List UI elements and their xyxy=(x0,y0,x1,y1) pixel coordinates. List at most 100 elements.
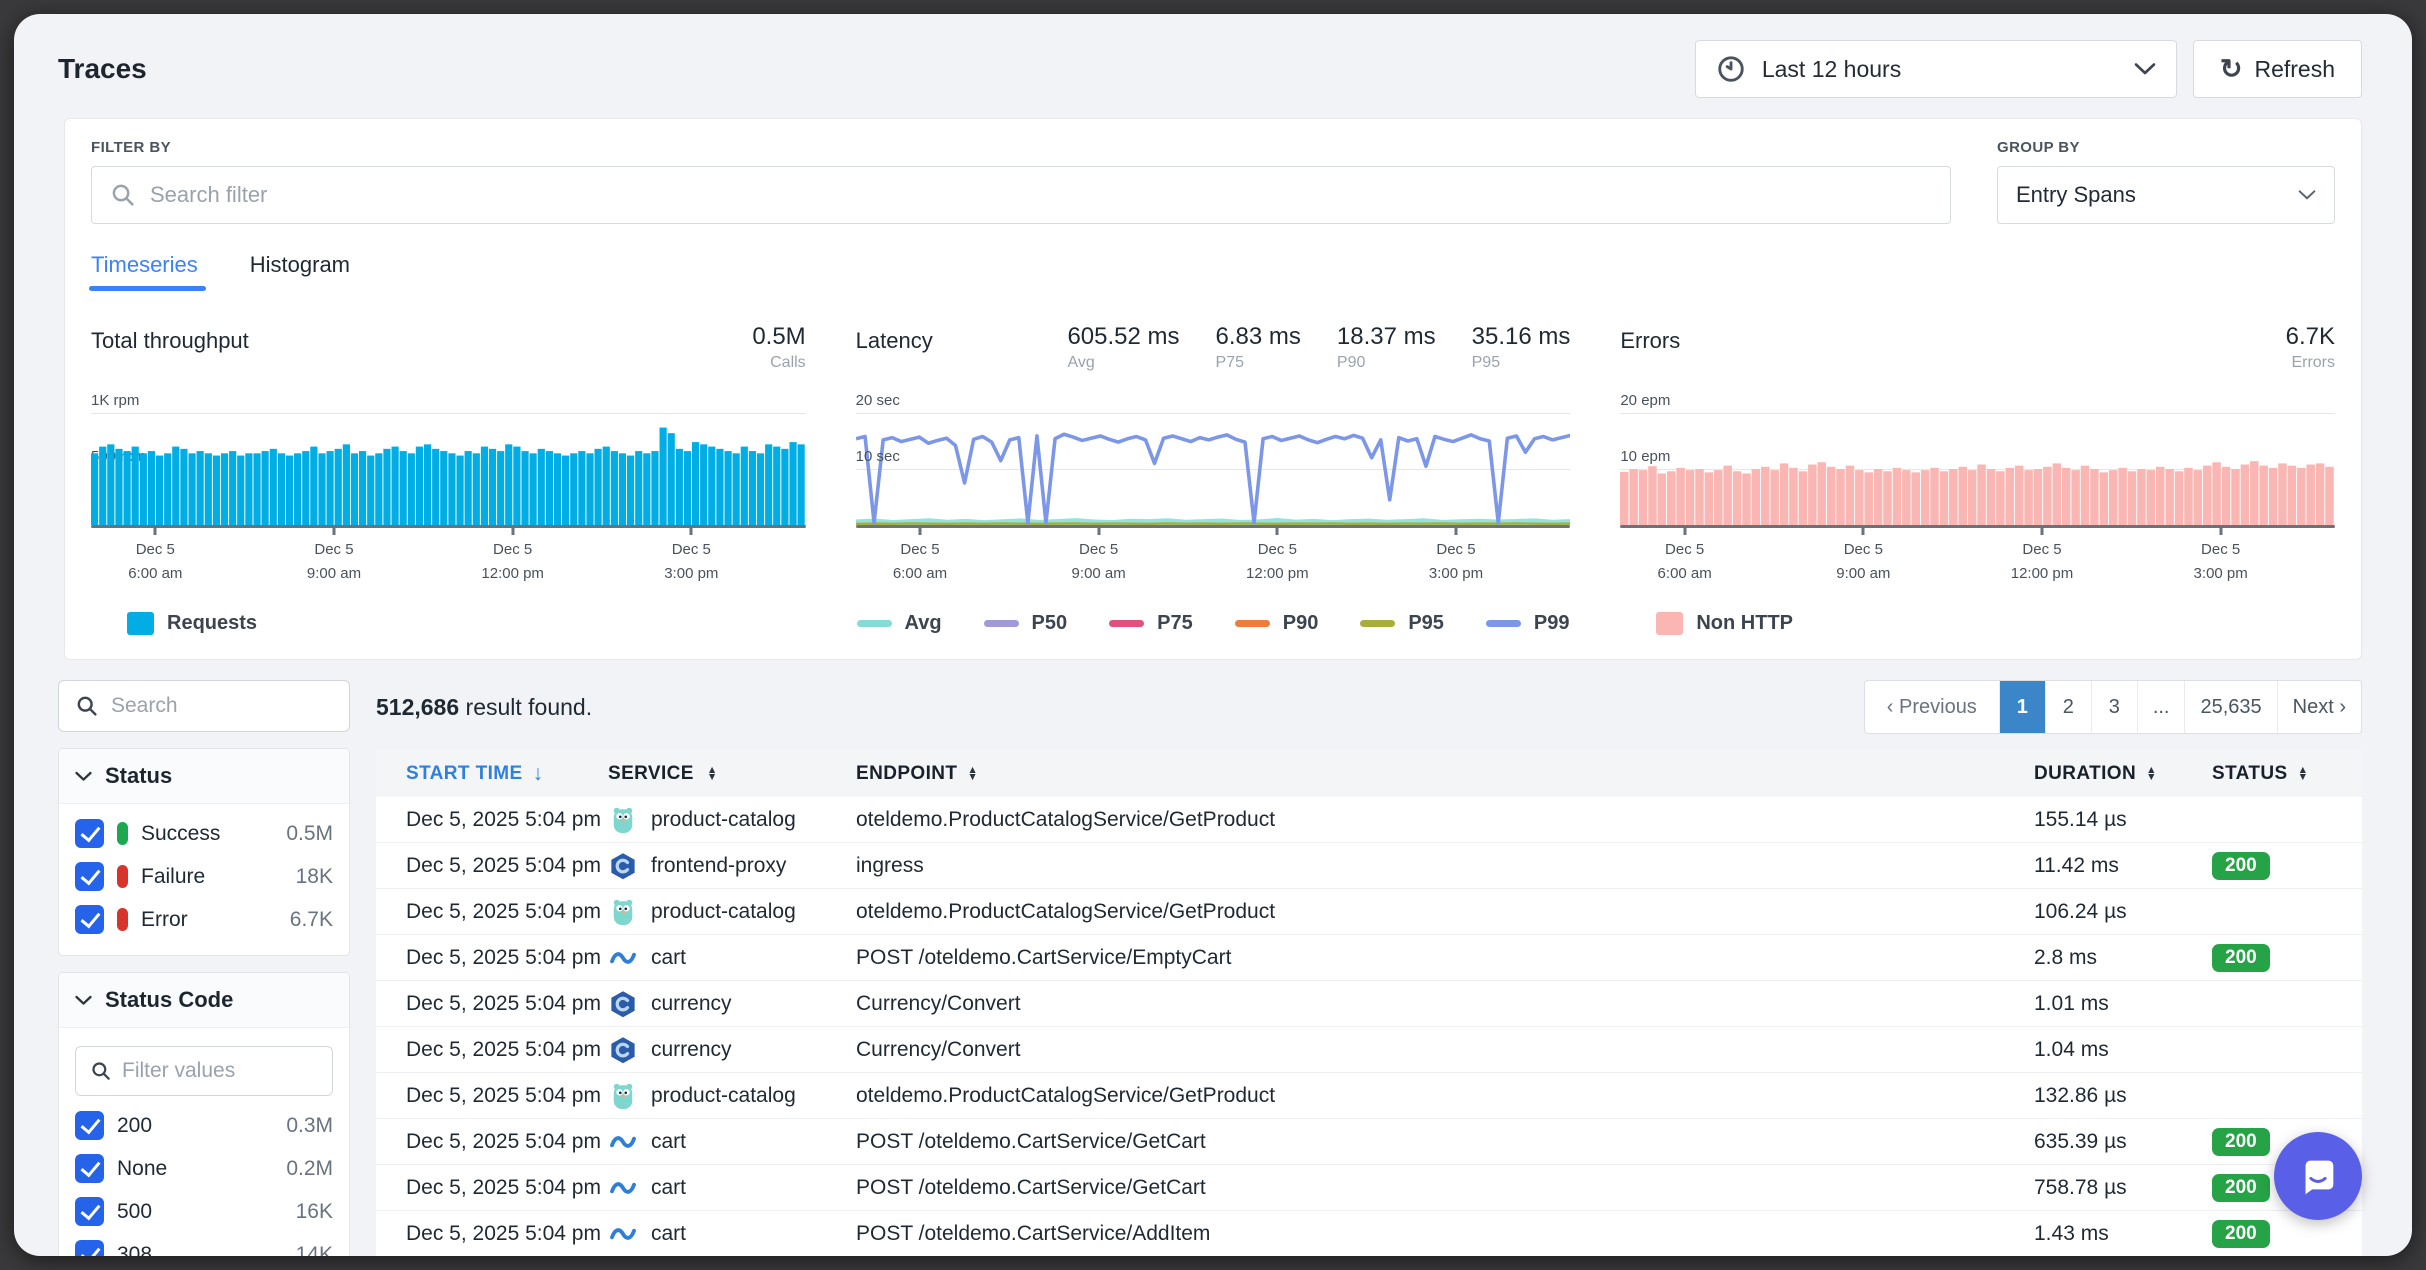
checkbox-checked[interactable] xyxy=(75,819,104,848)
x-axis-tick xyxy=(2219,528,2222,535)
chevron-down-icon xyxy=(2134,62,2156,76)
pagination-page-25,635[interactable]: 25,635 xyxy=(2184,681,2276,733)
table-row[interactable]: Dec 5, 2025 5:04 pmcartPOST /oteldemo.Ca… xyxy=(376,1211,2362,1256)
cell-status: 200 xyxy=(2212,1220,2362,1248)
legend-item-p99[interactable]: P99 xyxy=(1486,612,1570,635)
status-badge: 200 xyxy=(2212,1128,2270,1156)
cpp-hexagon-icon xyxy=(608,1035,638,1065)
x-axis-tick xyxy=(918,528,921,535)
group-by-select[interactable]: Entry Spans xyxy=(1997,166,2335,224)
legend-item-p90[interactable]: P90 xyxy=(1235,612,1319,635)
x-axis-label: Dec 53:00 pm xyxy=(664,538,718,586)
cell-start-time: Dec 5, 2025 5:04 pm xyxy=(376,1130,608,1154)
filter-option-none[interactable]: None0.2M xyxy=(75,1147,333,1190)
legend-item-p50[interactable]: P50 xyxy=(984,612,1068,635)
pagination-page-1[interactable]: 1 xyxy=(1999,681,2045,733)
x-axis-label: Dec 56:00 am xyxy=(893,538,947,586)
table-row[interactable]: Dec 5, 2025 5:04 pmproduct-catalogotelde… xyxy=(376,889,2362,935)
chat-widget-button[interactable] xyxy=(2274,1132,2362,1220)
sort-desc-icon: ↓ xyxy=(533,762,544,786)
filter-option-label: 308 xyxy=(117,1243,152,1257)
filter-search-box[interactable] xyxy=(91,166,1951,224)
pagination: ‹ Previous123...25,635Next › xyxy=(1864,680,2362,734)
table-row[interactable]: Dec 5, 2025 5:04 pmfrontend-proxyingress… xyxy=(376,843,2362,889)
sidebar-search-input[interactable] xyxy=(111,694,333,718)
table-row[interactable]: Dec 5, 2025 5:04 pmcartPOST /oteldemo.Ca… xyxy=(376,935,2362,981)
status-code-panel-header[interactable]: Status Code xyxy=(59,973,349,1028)
legend-item-avg[interactable]: Avg xyxy=(857,612,942,635)
cell-endpoint: Currency/Convert xyxy=(856,1038,2034,1062)
table-row[interactable]: Dec 5, 2025 5:04 pmcartPOST /oteldemo.Ca… xyxy=(376,1119,2362,1165)
legend-item-p75[interactable]: P75 xyxy=(1109,612,1193,635)
legend-swatch xyxy=(1109,620,1144,627)
tab-histogram[interactable]: Histogram xyxy=(250,252,350,291)
table-row[interactable]: Dec 5, 2025 5:04 pmcartPOST /oteldemo.Ca… xyxy=(376,1165,2362,1211)
filter-option-count: 6.7K xyxy=(290,908,333,932)
column-header-status[interactable]: STATUS▲▼ xyxy=(2212,763,2362,785)
checkbox-checked[interactable] xyxy=(75,1240,104,1256)
filter-option-500[interactable]: 50016K xyxy=(75,1190,333,1233)
checkbox-checked[interactable] xyxy=(75,862,104,891)
latency-plot[interactable]: 20 sec 10 sec xyxy=(856,413,1571,525)
checkbox-checked[interactable] xyxy=(75,1111,104,1140)
column-header-endpoint[interactable]: ENDPOINT▲▼ xyxy=(856,763,2034,785)
cell-duration: 1.01 ms xyxy=(2034,992,2212,1016)
cell-duration: 132.86 µs xyxy=(2034,1084,2212,1108)
errors-plot[interactable]: 20 epm 10 epm xyxy=(1620,413,2335,525)
status-panel-header[interactable]: Status xyxy=(59,749,349,804)
refresh-button[interactable]: ↻ Refresh xyxy=(2193,40,2362,98)
column-header-duration[interactable]: DURATION▲▼ xyxy=(2034,763,2212,785)
filter-option-label: Failure xyxy=(141,865,205,889)
filter-option-success[interactable]: Success0.5M xyxy=(75,812,333,855)
cell-endpoint: ingress xyxy=(856,854,2034,878)
filter-option-308[interactable]: 30814K xyxy=(75,1233,333,1256)
legend-item-non-http[interactable]: Non HTTP xyxy=(1656,612,1793,635)
cell-endpoint: POST /oteldemo.CartService/AddItem xyxy=(856,1222,2034,1246)
chevron-down-icon xyxy=(75,995,92,1006)
status-code-filter-input[interactable] xyxy=(122,1059,318,1083)
table-row[interactable]: Dec 5, 2025 5:04 pmcurrencyCurrency/Conv… xyxy=(376,981,2362,1027)
filter-option-error[interactable]: Error6.7K xyxy=(75,898,333,941)
x-axis-label: Dec 59:00 am xyxy=(1072,538,1126,586)
table-row[interactable]: Dec 5, 2025 5:04 pmproduct-catalogotelde… xyxy=(376,797,2362,843)
cell-service: cart xyxy=(608,1127,856,1157)
pagination-page-3[interactable]: 3 xyxy=(2091,681,2137,733)
table-row[interactable]: Dec 5, 2025 5:04 pmcurrencyCurrency/Conv… xyxy=(376,1027,2362,1073)
checkbox-checked[interactable] xyxy=(75,905,104,934)
x-axis-tick xyxy=(2041,528,2044,535)
filter-option-count: 0.5M xyxy=(286,822,333,846)
result-count: 512,686 result found. xyxy=(376,694,592,721)
cpp-hexagon-icon xyxy=(608,989,638,1019)
latency-x-axis xyxy=(856,525,1571,528)
cell-duration: 106.24 µs xyxy=(2034,900,2212,924)
checkbox-checked[interactable] xyxy=(75,1154,104,1183)
legend-item-requests[interactable]: Requests xyxy=(127,612,257,635)
pagination-next[interactable]: Next › xyxy=(2277,681,2361,733)
cell-start-time: Dec 5, 2025 5:04 pm xyxy=(376,946,608,970)
table-row[interactable]: Dec 5, 2025 5:04 pmproduct-catalogotelde… xyxy=(376,1073,2362,1119)
throughput-plot[interactable]: 1K rpm 500 rpm xyxy=(91,413,806,525)
x-axis-tick xyxy=(511,528,514,535)
legend-swatch xyxy=(1486,620,1521,627)
column-header-service[interactable]: SERVICE▲▼ xyxy=(608,763,856,785)
pagination-previous[interactable]: ‹ Previous xyxy=(1865,681,1999,733)
filter-search-input[interactable] xyxy=(150,182,1932,208)
status-code-filter-box[interactable] xyxy=(75,1046,333,1096)
pagination-page-...[interactable]: ... xyxy=(2137,681,2185,733)
cell-service: cart xyxy=(608,943,856,973)
cell-service: product-catalog xyxy=(608,1081,856,1111)
filter-option-failure[interactable]: Failure18K xyxy=(75,855,333,898)
latency-stats: 605.52 msAvg 6.83 msP75 18.37 msP90 35.1… xyxy=(1067,323,1570,372)
legend-item-p95[interactable]: P95 xyxy=(1360,612,1444,635)
cell-start-time: Dec 5, 2025 5:04 pm xyxy=(376,1084,608,1108)
time-range-select[interactable]: Last 12 hours xyxy=(1695,40,2177,98)
x-axis-tick xyxy=(1862,528,1865,535)
pagination-page-2[interactable]: 2 xyxy=(2045,681,2091,733)
checkbox-checked[interactable] xyxy=(75,1197,104,1226)
status-filter-panel: Status Success0.5MFailure18KError6.7K xyxy=(58,748,350,956)
filter-option-200[interactable]: 2000.3M xyxy=(75,1104,333,1147)
throughput-total: 0.5M Calls xyxy=(752,323,805,372)
tab-timeseries[interactable]: Timeseries xyxy=(91,252,198,291)
column-header-time[interactable]: START TIME↓ xyxy=(376,762,608,786)
sidebar-search-box[interactable] xyxy=(58,680,350,732)
